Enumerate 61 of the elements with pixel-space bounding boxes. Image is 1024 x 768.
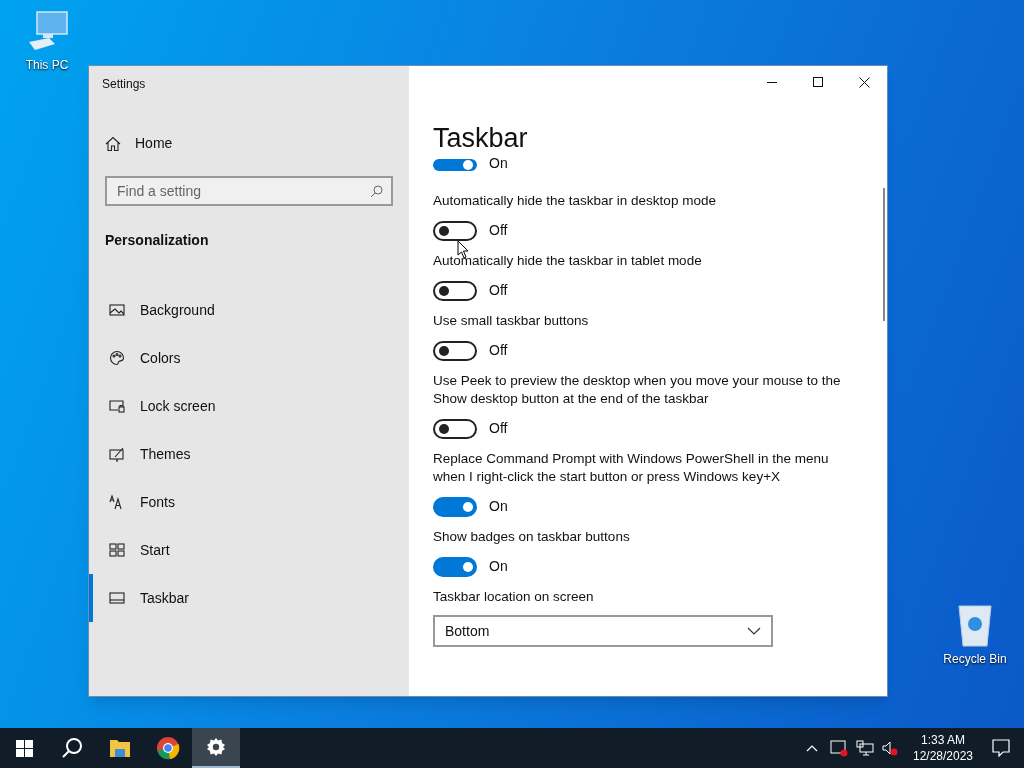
- chrome-icon: [156, 736, 180, 760]
- brush-monitor-icon: [109, 446, 125, 462]
- toggle-state: Off: [489, 419, 508, 438]
- dropdown[interactable]: Bottom: [433, 615, 773, 647]
- nav-item[interactable]: Background: [89, 286, 409, 334]
- picture-icon: [109, 302, 125, 318]
- chevron-up-icon[interactable]: [806, 744, 818, 752]
- search-icon: [61, 737, 83, 759]
- search-icon: [370, 185, 383, 198]
- maximize-icon: [813, 77, 823, 87]
- setting-label: Automatically hide the taskbar in desktop mode: [433, 192, 717, 210]
- chevron-down-icon: [747, 627, 761, 635]
- toggle-state: Off: [489, 281, 508, 300]
- network-icon[interactable]: [856, 740, 874, 756]
- lock-screen-icon: [109, 398, 125, 414]
- setting-label: Automatically hide the taskbar in tablet mode: [433, 252, 703, 270]
- notification-icon[interactable]: [992, 739, 1010, 757]
- sync-status-icon[interactable]: [830, 739, 848, 757]
- toggle-state: On: [489, 155, 508, 171]
- setting-label: Use small taskbar buttons: [433, 312, 590, 330]
- windows-logo-icon: [15, 739, 33, 757]
- scrollbar[interactable]: [883, 188, 885, 321]
- home-link[interactable]: Home: [105, 133, 409, 154]
- clock[interactable]: 1:33 AM 12/28/2023: [908, 732, 978, 764]
- toggle-switch[interactable]: [433, 159, 477, 171]
- search-field[interactable]: Find a setting: [105, 176, 393, 206]
- close-icon: [858, 76, 870, 88]
- setting-label: Taskbar location on screen: [433, 588, 595, 606]
- nav-item[interactable]: Colors: [89, 334, 409, 382]
- settings-icon: [206, 737, 226, 757]
- toggle-switch[interactable]: [433, 220, 477, 241]
- font-icon: [109, 494, 125, 510]
- toggle-switch[interactable]: [433, 340, 477, 361]
- toggle-switch[interactable]: [433, 280, 477, 301]
- section-heading: Personalization: [105, 231, 210, 250]
- nav-item[interactable]: Start: [89, 526, 409, 574]
- setting-label: Replace Command Prompt with Windows PowerShell in the menu when I right-click the start button or press Windows key+X: [433, 450, 830, 486]
- muted-speaker-icon[interactable]: [882, 740, 898, 756]
- minimize-icon: [767, 81, 777, 83]
- tiles-icon: [109, 542, 125, 558]
- desktop-icon-label[interactable]: Recycle Bin: [943, 650, 1007, 668]
- nav-item[interactable]: Lock screen: [89, 382, 409, 430]
- toggle-state: On: [489, 497, 508, 516]
- setting-label: Show badges on taskbar buttons: [433, 528, 631, 546]
- toggle-state: On: [489, 557, 508, 576]
- setting-label: Use Peek to preview the desktop when you move your mouse to the Show desktop button at the end of the taskbar: [433, 372, 842, 408]
- toggle-switch[interactable]: [433, 556, 477, 577]
- window-title: Settings: [102, 76, 147, 93]
- recycle-bin-icon[interactable]: [955, 602, 995, 648]
- taskbar-button[interactable]: [192, 728, 240, 768]
- toggle-state: Off: [489, 341, 508, 360]
- nav-item[interactable]: Fonts: [89, 478, 409, 526]
- toggle-switch[interactable]: [433, 418, 477, 439]
- folder-icon: [109, 738, 131, 758]
- palette-icon: [109, 350, 125, 366]
- nav-item[interactable]: Themes: [89, 430, 409, 478]
- toggle-state: Off: [489, 221, 508, 240]
- toggle-switch[interactable]: [433, 496, 477, 517]
- page-title: Taskbar: [433, 122, 529, 155]
- home-icon: [105, 135, 121, 152]
- taskbar-icon: [109, 590, 125, 606]
